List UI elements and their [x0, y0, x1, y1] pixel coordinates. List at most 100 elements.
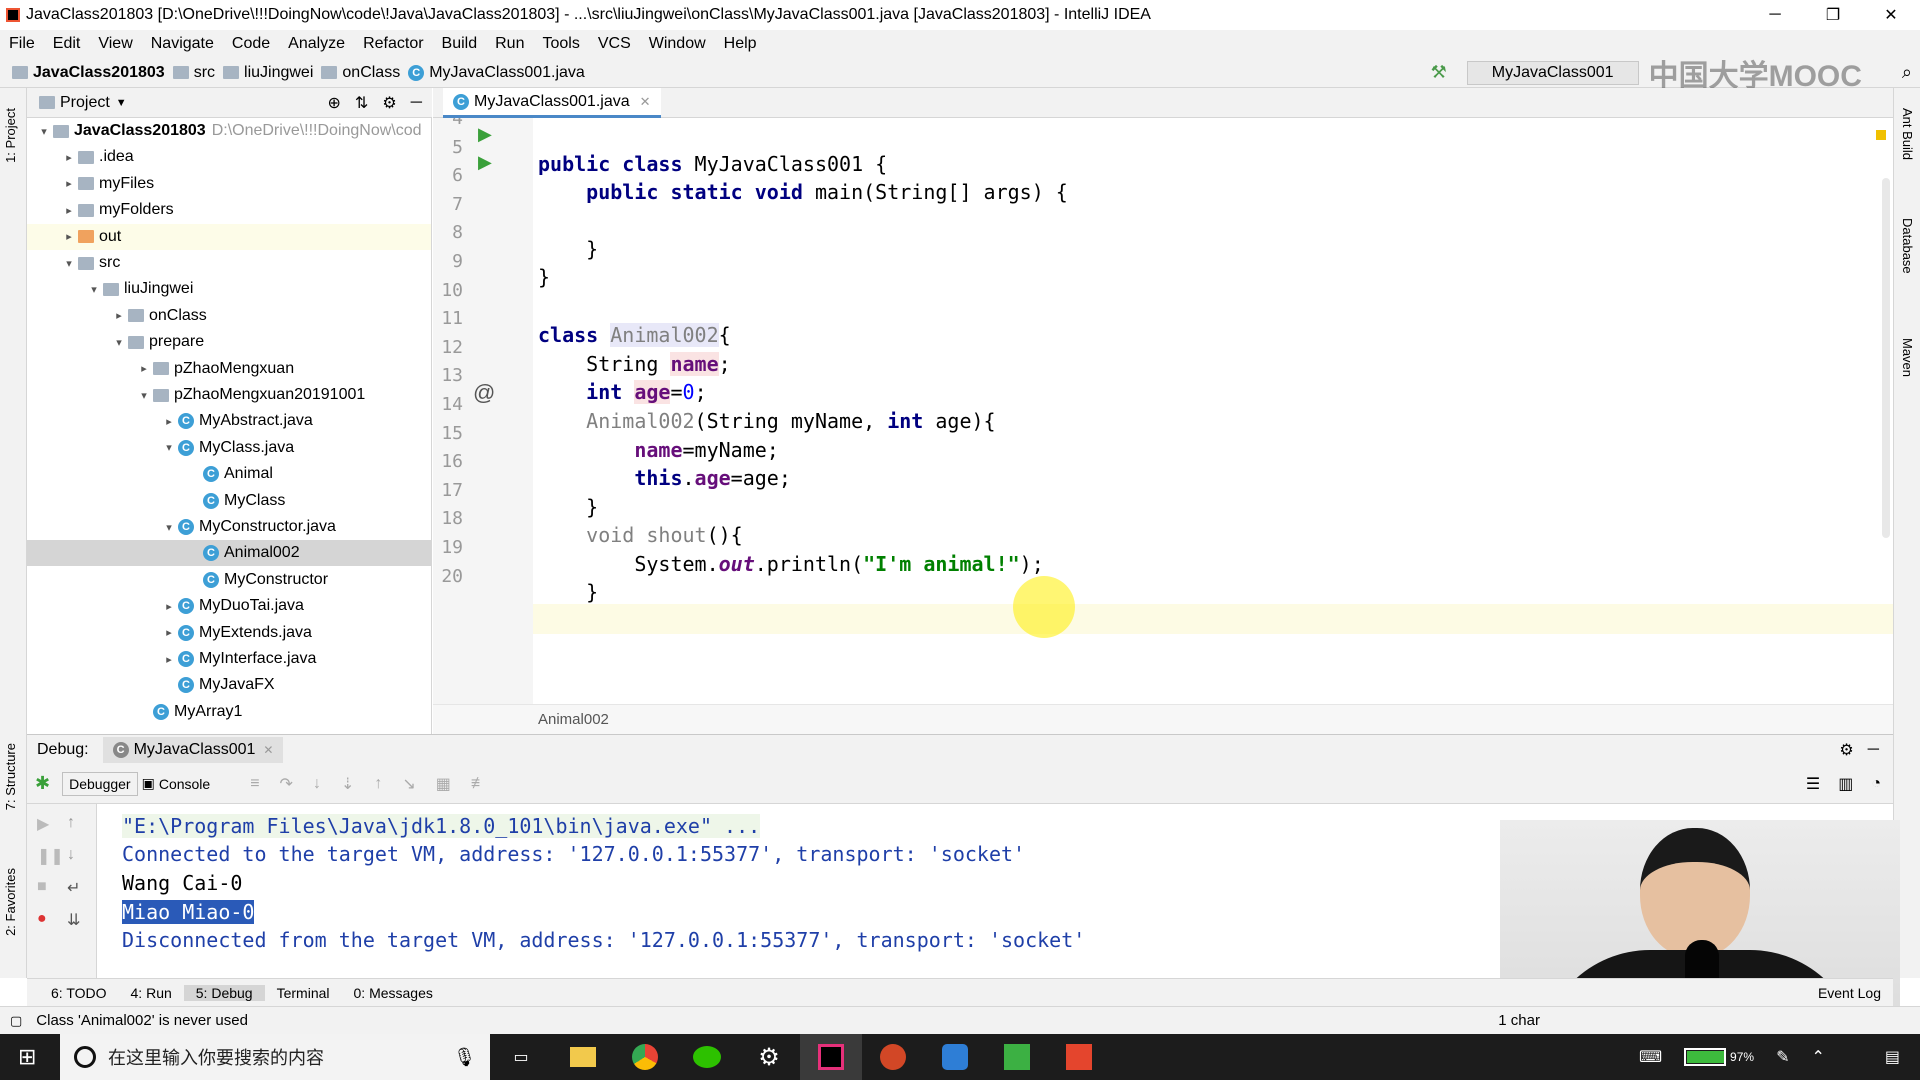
menu-refactor[interactable]: Refactor — [354, 35, 432, 53]
force-step-icon[interactable]: ⇣ — [341, 774, 354, 794]
keyboard-icon[interactable]: ⌨ — [1639, 1047, 1662, 1067]
tree-item[interactable]: ▾ pZhaoMengxuan20191001 — [27, 382, 431, 408]
wechat-icon[interactable] — [676, 1034, 738, 1080]
tree-item[interactable]: ▸ myFolders — [27, 197, 431, 223]
tree-item[interactable]: ▾ src — [27, 250, 431, 276]
minimize-panel-icon[interactable]: ─ — [1868, 741, 1879, 759]
menu-code[interactable]: Code — [223, 35, 279, 53]
expand-arrow-icon[interactable]: ▸ — [60, 204, 78, 217]
restore-layout-icon[interactable]: ▥ — [1838, 774, 1853, 794]
chrome-icon[interactable] — [614, 1034, 676, 1080]
scroll-end-icon[interactable]: ⇊ — [67, 910, 80, 930]
tree-item[interactable]: ▸ C MyInterface.java — [27, 646, 431, 672]
hide-icon[interactable]: ─ — [411, 94, 422, 112]
layout-icon[interactable]: ☰ — [1806, 774, 1820, 794]
status-position[interactable]: 1 char — [1498, 1012, 1540, 1029]
run-config-select[interactable]: MyJavaClass001 — [1466, 60, 1639, 85]
expand-arrow-icon[interactable]: ▸ — [135, 362, 153, 375]
app-blue-icon[interactable] — [924, 1034, 986, 1080]
settings-icon[interactable]: ⚙ — [738, 1034, 800, 1080]
pause-icon[interactable]: ❚❚ — [37, 846, 64, 866]
tree-item[interactable]: ▾ JavaClass201803 D:\OneDrive\!!!DoingNow… — [27, 118, 431, 144]
tree-item[interactable]: ▾ C MyConstructor.java — [27, 514, 431, 540]
tab-debugger[interactable]: Debugger — [62, 771, 138, 796]
expand-arrow-icon[interactable]: ▾ — [110, 336, 128, 349]
breadcrumb-subpackage[interactable]: onClass — [317, 64, 404, 82]
evaluate-icon[interactable]: ▦ — [436, 774, 451, 794]
step-down-icon[interactable]: ↓ — [313, 775, 321, 793]
expand-arrow-icon[interactable]: ▾ — [160, 441, 178, 454]
tab-project[interactable]: 1: Project — [3, 108, 18, 163]
file-explorer-icon[interactable] — [552, 1034, 614, 1080]
step-into-icon[interactable]: ↷ — [280, 774, 293, 794]
run-to-cursor-icon[interactable]: ↘ — [402, 774, 415, 794]
expand-arrow-icon[interactable]: ▸ — [160, 626, 178, 639]
tree-item[interactable]: ▸ C MyAbstract.java — [27, 408, 431, 434]
tab-structure[interactable]: 7: Structure — [3, 743, 18, 810]
expand-arrow-icon[interactable]: ▸ — [160, 600, 178, 613]
tab-console[interactable]: ▣ Console — [142, 775, 211, 792]
tree-item[interactable]: ▸ out — [27, 223, 431, 250]
menu-edit[interactable]: Edit — [44, 35, 90, 53]
chevron-down-icon[interactable]: ▼ — [116, 97, 127, 109]
maximize-button[interactable]: ❐ — [1804, 0, 1862, 30]
tree-item[interactable]: C MyJavaFX — [27, 672, 431, 698]
debug-session-tab[interactable]: C MyJavaClass001 ✕ — [102, 736, 284, 763]
trace-icon[interactable]: ≢ — [471, 775, 487, 793]
expand-arrow-icon[interactable]: ▸ — [60, 177, 78, 190]
settings-icon[interactable]: ⚙ — [1839, 740, 1853, 760]
breadcrumb-file[interactable]: C MyJavaClass001.java — [404, 64, 589, 82]
camtasia-red-icon[interactable] — [1048, 1034, 1110, 1080]
camtasia-green-icon[interactable] — [986, 1034, 1048, 1080]
expand-arrow-icon[interactable]: ▸ — [160, 415, 178, 428]
scrollbar[interactable] — [1882, 178, 1890, 538]
tree-item[interactable]: ▾ prepare — [27, 329, 431, 355]
tree-item[interactable]: ▸ onClass — [27, 303, 431, 329]
tab-myjavaclass001[interactable]: C MyJavaClass001.java ✕ — [443, 88, 661, 118]
stop-icon[interactable]: ■ — [37, 878, 47, 896]
menu-tools[interactable]: Tools — [533, 35, 588, 53]
menu-navigate[interactable]: Navigate — [142, 35, 223, 53]
expand-arrow-icon[interactable]: ▾ — [35, 125, 53, 138]
expand-arrow-icon[interactable]: ▾ — [85, 283, 103, 296]
tab-favorites[interactable]: 2: Favorites — [3, 868, 18, 936]
tree-item[interactable]: ▸ myFiles — [27, 171, 431, 197]
expand-arrow-icon[interactable]: ▸ — [110, 309, 128, 322]
menu-view[interactable]: View — [89, 35, 141, 53]
resume-icon[interactable]: ▶ — [37, 814, 49, 834]
close-tab-icon[interactable]: ✕ — [640, 94, 651, 110]
close-button[interactable]: ✕ — [1862, 0, 1920, 30]
down-icon[interactable]: ↓ — [67, 846, 75, 864]
build-hammer-icon[interactable]: ⚒ — [1431, 62, 1447, 83]
tool-todo[interactable]: 6: TODO — [39, 985, 119, 1001]
tab-maven[interactable]: Maven — [1900, 338, 1915, 377]
tool-messages[interactable]: 0: Messages — [342, 985, 445, 1001]
intellij-icon[interactable] — [800, 1034, 862, 1080]
tab-database[interactable]: Database — [1900, 218, 1915, 274]
tree-item[interactable]: C Animal002 — [27, 540, 431, 567]
status-toggle-icon[interactable]: ▢ — [10, 1013, 22, 1029]
gauge-icon[interactable]: ◔ — [1871, 775, 1881, 793]
breadcrumb-class[interactable]: Animal002 — [538, 711, 609, 728]
taskbar-search-input[interactable]: 在这里输入你要搜索的内容 — [108, 1044, 324, 1070]
close-session-icon[interactable]: ✕ — [263, 743, 273, 757]
expand-arrow-icon[interactable]: ▾ — [135, 389, 153, 402]
minimize-button[interactable]: ─ — [1746, 0, 1804, 30]
expand-arrow-icon[interactable]: ▾ — [160, 521, 178, 534]
collapse-icon[interactable]: ⇅ — [355, 93, 368, 113]
step-out-icon[interactable]: ↑ — [374, 775, 382, 793]
expand-arrow-icon[interactable]: ▸ — [60, 151, 78, 164]
search-icon[interactable]: ⌕ — [1902, 62, 1912, 83]
tree-item[interactable]: ▸ .idea — [27, 144, 431, 170]
breadcrumb-project[interactable]: JavaClass201803 — [8, 64, 169, 82]
tool-terminal[interactable]: Terminal — [265, 985, 342, 1001]
menu-vcs[interactable]: VCS — [589, 35, 640, 53]
expand-arrow-icon[interactable]: ▸ — [60, 230, 78, 243]
powerpoint-icon[interactable] — [862, 1034, 924, 1080]
tool-debug[interactable]: 5: Debug — [183, 984, 265, 1001]
gear-icon[interactable]: ⚙ — [382, 93, 396, 113]
step-over-icon[interactable]: ≡ — [250, 775, 259, 793]
menu-run[interactable]: Run — [486, 35, 533, 53]
breadcrumb-src[interactable]: src — [169, 64, 219, 82]
up-icon[interactable]: ↑ — [67, 814, 75, 832]
